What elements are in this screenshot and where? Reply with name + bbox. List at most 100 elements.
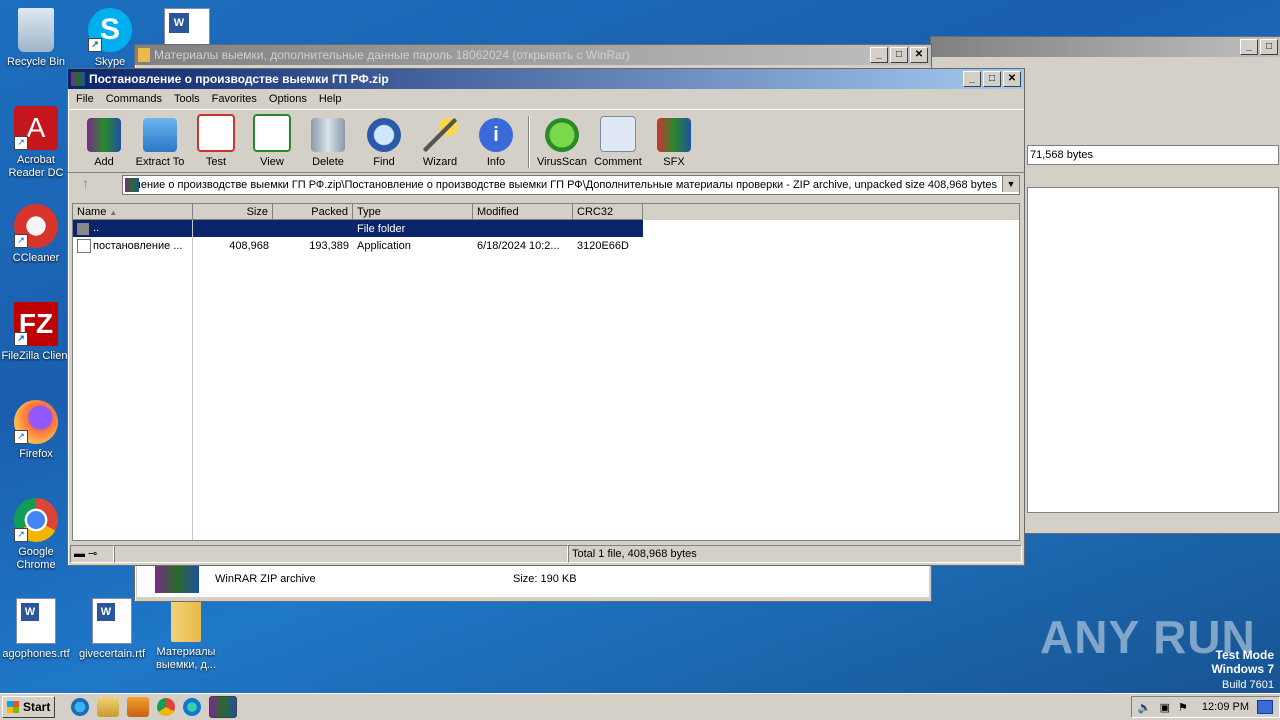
col-packed[interactable]: Packed [273, 204, 353, 220]
col-modified[interactable]: Modified [473, 204, 573, 220]
menu-bar: File Commands Tools Favorites Options He… [68, 89, 1024, 109]
os-label: Windows 7 [1211, 662, 1274, 676]
media-player-icon[interactable] [127, 697, 150, 717]
rtf-document-icon: W [92, 598, 132, 644]
ie-icon[interactable] [71, 698, 90, 716]
desktop-icon-chrome[interactable]: ↗ Google Chrome [0, 498, 72, 572]
desktop-icon-recycle-bin[interactable]: Recycle Bin [0, 8, 72, 69]
right-window-titlebar: _ □ [931, 37, 1280, 57]
col-type[interactable]: Type [353, 204, 473, 220]
close-icon[interactable]: ✕ [910, 47, 928, 63]
folder-icon [138, 48, 150, 62]
menu-commands[interactable]: Commands [100, 93, 168, 105]
winrar-icon [71, 72, 85, 86]
skype-icon: S ↗ [88, 8, 132, 52]
address-bar: ↑ ление о производстве выемки ГП РФ.zip\… [68, 173, 1024, 195]
name-column-divider [192, 220, 193, 540]
maximize-icon[interactable]: □ [1260, 39, 1278, 55]
acrobat-icon: A ↗ [14, 106, 58, 150]
minimize-icon[interactable]: _ [870, 47, 888, 63]
test-button[interactable]: Test [188, 114, 244, 172]
wizard-button[interactable]: Wizard [412, 118, 468, 172]
path-dropdown-icon[interactable]: ▼ [1002, 176, 1019, 192]
folder-up-icon [77, 222, 89, 235]
toolbar: Add Extract To Test View Delete Find Wiz… [68, 109, 1024, 173]
extract-folder-icon [143, 118, 177, 152]
winrar-titlebar: Постановление о производстве выемки ГП Р… [68, 69, 1024, 89]
archive-icon [125, 178, 139, 192]
desktop-icon-acrobat[interactable]: A ↗ Acrobat Reader DC [0, 106, 72, 180]
flag-icon[interactable]: ⚑ [1178, 701, 1188, 714]
col-crc32[interactable]: CRC32 [573, 204, 643, 220]
desktop-icon-givecertain[interactable]: W givecertain.rtf [76, 598, 148, 661]
view-button[interactable]: View [244, 114, 300, 172]
maximize-icon[interactable]: □ [890, 47, 908, 63]
winrar-window[interactable]: Постановление о производстве выемки ГП Р… [67, 68, 1025, 566]
menu-options[interactable]: Options [263, 93, 313, 105]
word-icon: W [169, 13, 189, 33]
extract-to-button[interactable]: Extract To [132, 118, 188, 172]
recycle-bin-icon [18, 8, 54, 52]
maximize-button[interactable]: □ [983, 71, 1001, 87]
chrome-icon: ↗ [14, 498, 58, 542]
chrome-taskbar-icon[interactable] [157, 698, 176, 716]
start-button[interactable]: Start [2, 696, 56, 718]
menu-tools[interactable]: Tools [168, 93, 206, 105]
explorer-icon[interactable] [97, 697, 120, 717]
virus-icon [545, 118, 579, 152]
add-button[interactable]: Add [76, 118, 132, 172]
sfx-button[interactable]: SFX [646, 118, 702, 172]
info-icon: i [479, 118, 513, 152]
col-name[interactable]: Name ▲ [73, 204, 193, 220]
add-archive-icon [87, 118, 121, 152]
comment-icon [600, 116, 636, 152]
status-bar: ▬ ⊸ Total 1 file, 408,968 bytes [70, 545, 1022, 563]
taskbar: Start 🔈 ▣ ⚑ 12:09 PM [0, 693, 1280, 720]
desktop-icon-agophones[interactable]: W agophones.rtf [0, 598, 72, 661]
background-window-titlebar: Материалы выемки, дополнительные данные … [135, 45, 931, 65]
up-arrow-icon[interactable]: ↑ [82, 175, 89, 191]
close-button[interactable]: ✕ [1003, 71, 1021, 87]
background-window-details: WinRAR ZIP archive Size: 190 KB [137, 565, 929, 597]
minimize-button[interactable]: _ [963, 71, 981, 87]
col-size[interactable]: Size [193, 204, 273, 220]
ccleaner-icon: ↗ [14, 204, 58, 248]
virusscan-button[interactable]: VirusScan [534, 118, 590, 172]
minimize-icon[interactable]: _ [1240, 39, 1258, 55]
file-list: Name ▲ Size Packed Type Modified CRC32 .… [72, 203, 1020, 541]
clock[interactable]: 12:09 PM [1202, 701, 1249, 713]
list-header: Name ▲ Size Packed Type Modified CRC32 [73, 204, 1019, 220]
winrar-archive-icon [155, 565, 199, 593]
network-icon[interactable]: ▣ [1160, 701, 1170, 714]
speaker-icon[interactable]: 🔈 [1138, 701, 1152, 714]
show-desktop-icon[interactable] [1257, 700, 1273, 714]
system-tray: 🔈 ▣ ⚑ 12:09 PM [1130, 696, 1280, 718]
desktop-icon-filezilla[interactable]: FZ ↗ FileZilla Client [0, 302, 72, 363]
table-row[interactable]: постановление ... 408,968 193,389 Applic… [73, 237, 1019, 254]
desktop-icon-materials-folder[interactable]: Материалы выемки, д... [150, 600, 222, 672]
windows-logo-icon [7, 701, 19, 713]
winrar-taskbar-icon[interactable] [209, 696, 238, 718]
menu-help[interactable]: Help [313, 93, 348, 105]
file-size-label: Size: 190 KB [513, 573, 577, 585]
application-icon [77, 238, 91, 253]
right-window-pane [1027, 187, 1279, 513]
desktop-icon-firefox[interactable]: ↗ Firefox [0, 400, 72, 461]
filezilla-icon: FZ ↗ [14, 302, 58, 346]
test-mode-label: Test Mode [1215, 648, 1274, 662]
info-button[interactable]: i Info [468, 118, 524, 172]
zip-folder-icon [171, 600, 201, 642]
magnifier-icon [367, 118, 401, 152]
path-field[interactable]: ление о производстве выемки ГП РФ.zip\По… [122, 175, 1020, 195]
table-row[interactable]: .. File folder [73, 220, 643, 237]
build-label: Build 7601 [1222, 679, 1274, 691]
drive-key-icons[interactable]: ▬ ⊸ [70, 545, 114, 563]
desktop-icon-ccleaner[interactable]: ↗ CCleaner [0, 204, 72, 265]
edge-icon[interactable] [183, 698, 202, 716]
menu-favorites[interactable]: Favorites [206, 93, 263, 105]
delete-button[interactable]: Delete [300, 118, 356, 172]
find-button[interactable]: Find [356, 118, 412, 172]
status-text: Total 1 file, 408,968 bytes [568, 545, 1022, 563]
menu-file[interactable]: File [70, 93, 100, 105]
comment-button[interactable]: Comment [590, 116, 646, 172]
